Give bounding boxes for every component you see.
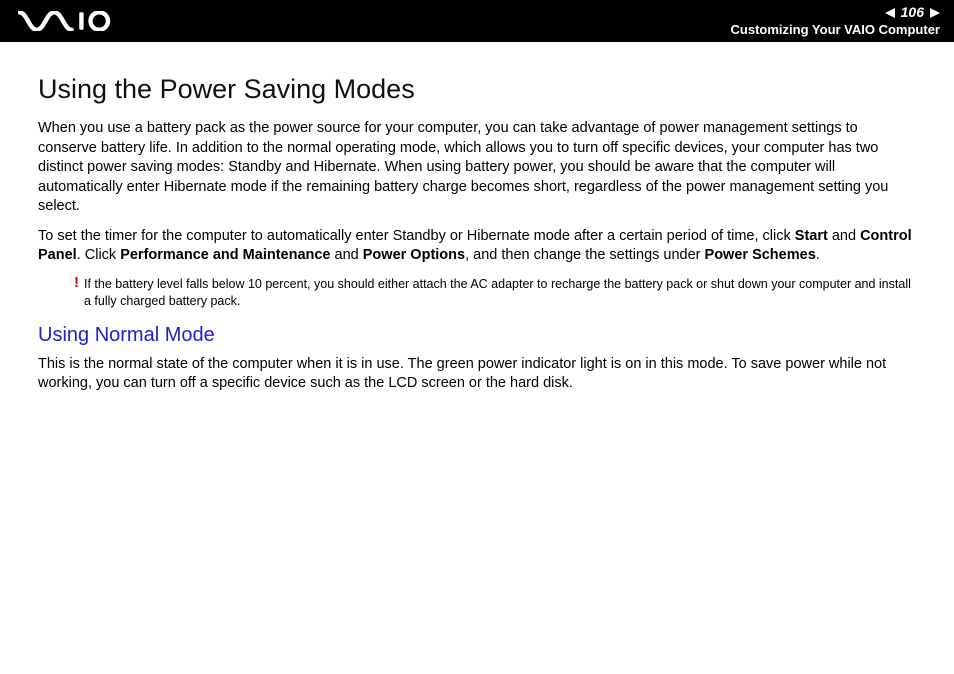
page-content: Using the Power Saving Modes When you us… <box>0 42 954 394</box>
page-nav: 106 <box>731 4 940 21</box>
paragraph-intro: When you use a battery pack as the power… <box>38 119 920 217</box>
prev-page-arrow-icon[interactable] <box>885 8 895 18</box>
text-run: . Click <box>77 247 121 263</box>
text-run: , and then change the settings under <box>465 247 704 263</box>
next-page-arrow-icon[interactable] <box>930 8 940 18</box>
paragraph-instructions: To set the timer for the computer to aut… <box>38 227 920 266</box>
text-run: and <box>331 247 363 263</box>
header-section-title: Customizing Your VAIO Computer <box>731 22 940 38</box>
paragraph-normal-mode: This is the normal state of the computer… <box>38 355 920 394</box>
text-bold-powerschemes: Power Schemes <box>705 247 816 263</box>
warning-text: If the battery level falls below 10 perc… <box>84 276 920 310</box>
text-bold-poweroptions: Power Options <box>363 247 465 263</box>
vaio-logo <box>18 10 131 32</box>
header-right: 106 Customizing Your VAIO Computer <box>731 4 940 37</box>
page-title: Using the Power Saving Modes <box>38 74 920 105</box>
page-number: 106 <box>901 4 924 21</box>
subheading-normal-mode: Using Normal Mode <box>38 324 920 347</box>
warning-icon: ! <box>74 275 84 310</box>
text-bold-start: Start <box>795 228 828 244</box>
text-run: and <box>828 228 860 244</box>
text-run: . <box>816 247 820 263</box>
page-header: 106 Customizing Your VAIO Computer <box>0 0 954 42</box>
text-run: To set the timer for the computer to aut… <box>38 228 795 244</box>
text-bold-perfmaint: Performance and Maintenance <box>120 247 330 263</box>
warning-note: ! If the battery level falls below 10 pe… <box>74 276 920 310</box>
